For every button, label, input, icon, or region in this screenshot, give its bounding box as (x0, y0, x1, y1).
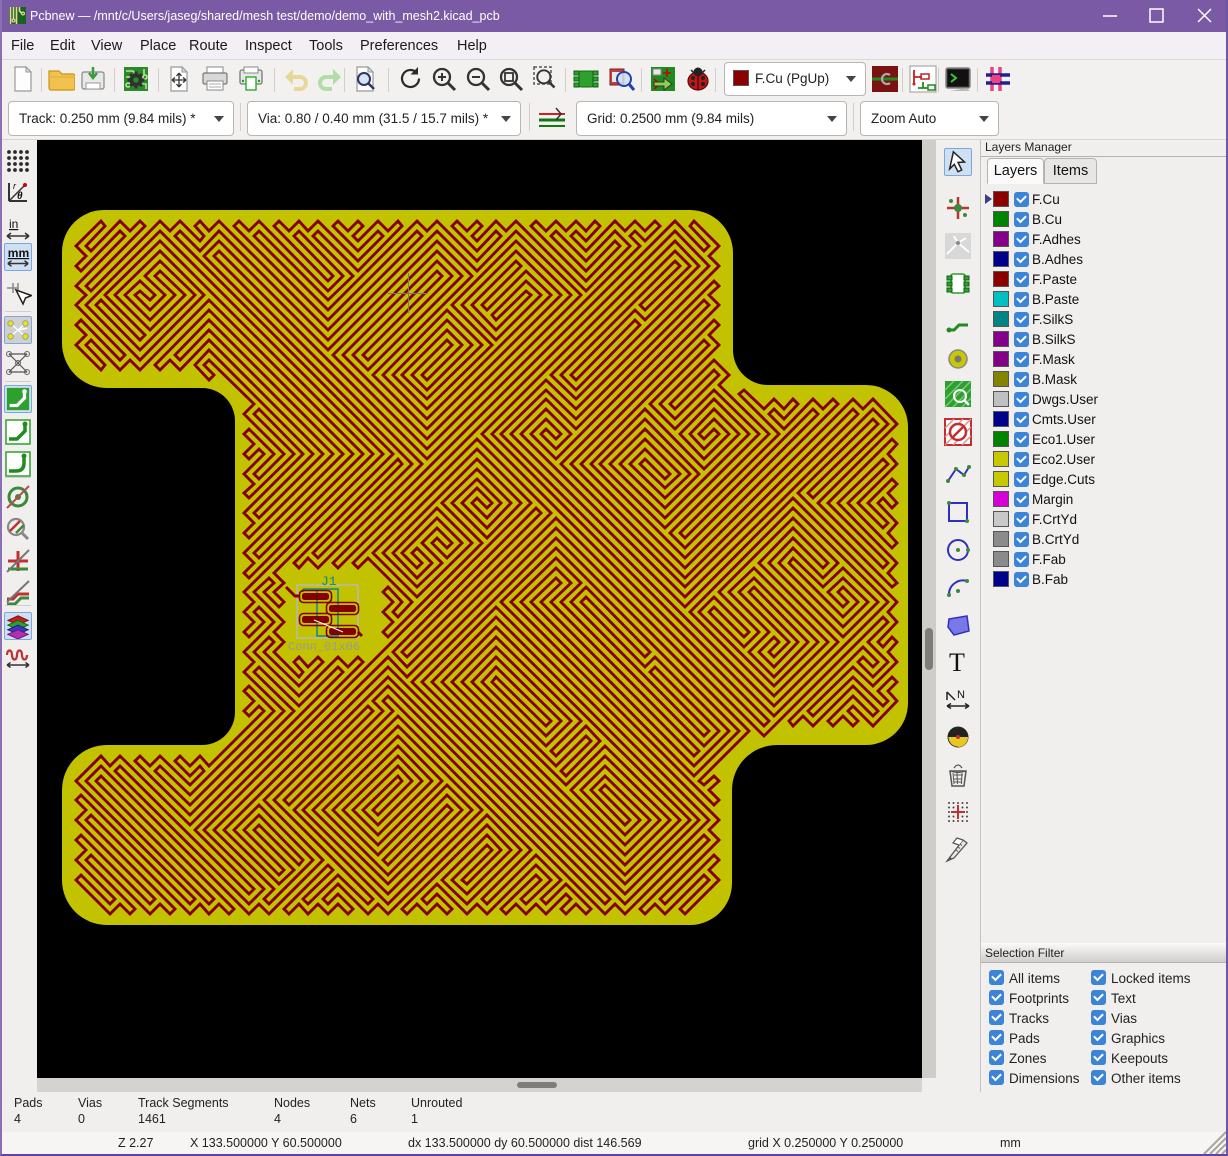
svg-text:in: in (9, 217, 18, 231)
svg-text:J1: J1 (321, 574, 337, 589)
svg-text:Conn_01x06: Conn_01x06 (288, 640, 360, 654)
svg-text:r: r (13, 181, 17, 191)
svg-text:mm: mm (8, 246, 29, 260)
svg-text:θ: θ (17, 191, 23, 202)
svg-text:T: T (949, 648, 965, 676)
svg-text:N: N (957, 689, 965, 701)
